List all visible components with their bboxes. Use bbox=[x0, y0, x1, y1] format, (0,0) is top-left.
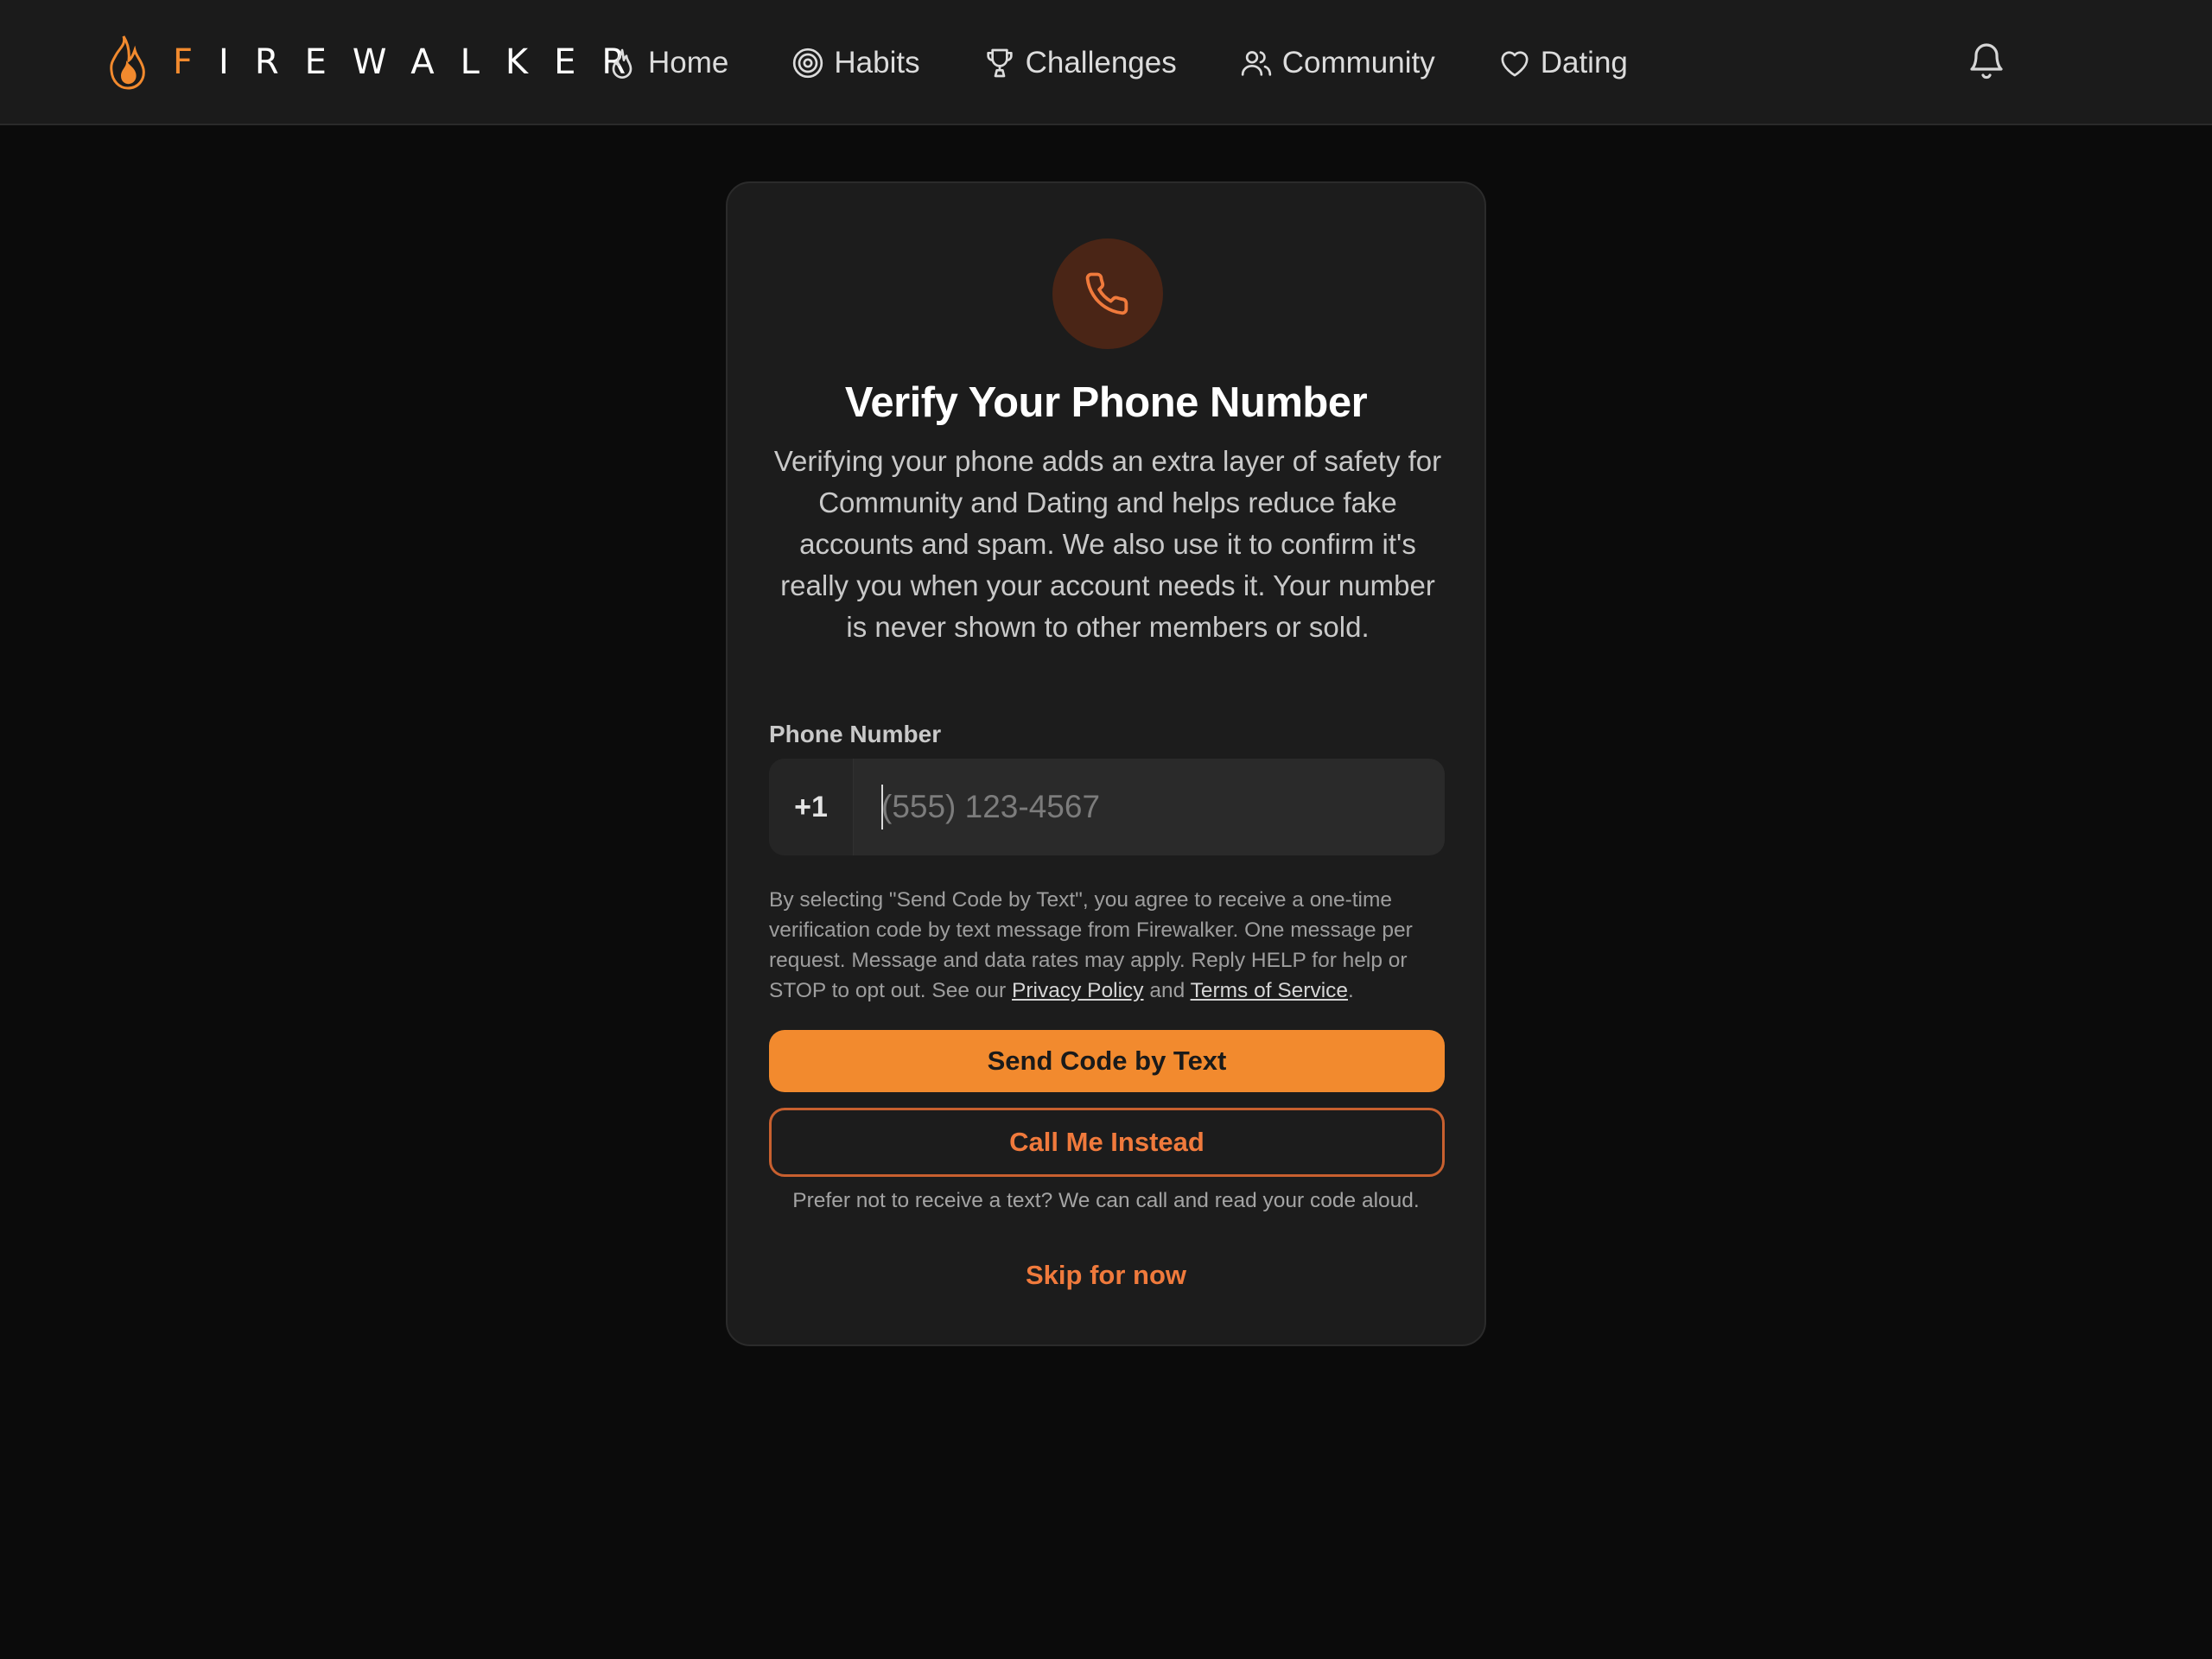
nav-item-dating[interactable]: Dating bbox=[1497, 37, 1628, 89]
nav-item-challenges[interactable]: Challenges bbox=[982, 37, 1177, 89]
terms-of-service-link[interactable]: Terms of Service bbox=[1191, 979, 1348, 1002]
call-option-note: Prefer not to receive a text? We can cal… bbox=[792, 1189, 1420, 1212]
users-icon bbox=[1241, 50, 1271, 76]
top-navigation-bar: FIREWALKER Home Habits Challenges Commun… bbox=[0, 0, 2212, 125]
phone-icon-badge bbox=[1052, 238, 1163, 349]
brand-logo[interactable]: FIREWALKER bbox=[100, 35, 652, 90]
nav-item-label: Community bbox=[1281, 45, 1435, 79]
nav-item-label: Challenges bbox=[1025, 45, 1177, 79]
brand-wordmark: FIREWALKER bbox=[173, 42, 652, 82]
nav-item-home[interactable]: Home bbox=[605, 37, 728, 89]
nav-item-community[interactable]: Community bbox=[1239, 37, 1435, 89]
send-code-by-text-button[interactable]: Send Code by Text bbox=[769, 1030, 1445, 1092]
target-icon bbox=[793, 48, 823, 78]
phone-icon bbox=[1085, 272, 1128, 315]
phone-number-input[interactable] bbox=[854, 759, 1445, 855]
phone-number-label: Phone Number bbox=[769, 721, 942, 747]
country-code-prefix[interactable]: +1 bbox=[769, 759, 854, 855]
phone-input-group: +1 bbox=[769, 759, 1445, 855]
call-me-instead-button[interactable]: Call Me Instead bbox=[769, 1108, 1445, 1177]
bell-icon[interactable] bbox=[1966, 38, 2007, 83]
flame-icon bbox=[612, 48, 632, 79]
verification-description: Verifying your phone adds an extra layer… bbox=[773, 445, 1442, 643]
verify-phone-card: Verify Your Phone Number Verifying your … bbox=[726, 181, 1486, 1346]
page-title: Verify Your Phone Number bbox=[844, 379, 1368, 426]
privacy-policy-link[interactable]: Privacy Policy bbox=[1012, 979, 1143, 1002]
firewalker-flame-logo-icon bbox=[110, 35, 145, 90]
main-nav: Home Habits Challenges Community Dating bbox=[605, 0, 1690, 125]
skip-for-now-link[interactable]: Skip for now bbox=[728, 1260, 1484, 1291]
trophy-icon bbox=[986, 48, 1013, 77]
nav-item-label: Dating bbox=[1540, 45, 1628, 79]
nav-item-habits[interactable]: Habits bbox=[791, 37, 920, 89]
nav-item-label: Habits bbox=[834, 45, 920, 79]
text-caret bbox=[881, 785, 883, 830]
nav-item-label: Home bbox=[648, 45, 729, 79]
sms-consent-text: By selecting "Send Code by Text", you ag… bbox=[769, 888, 1413, 1002]
heart-icon bbox=[1501, 50, 1529, 76]
